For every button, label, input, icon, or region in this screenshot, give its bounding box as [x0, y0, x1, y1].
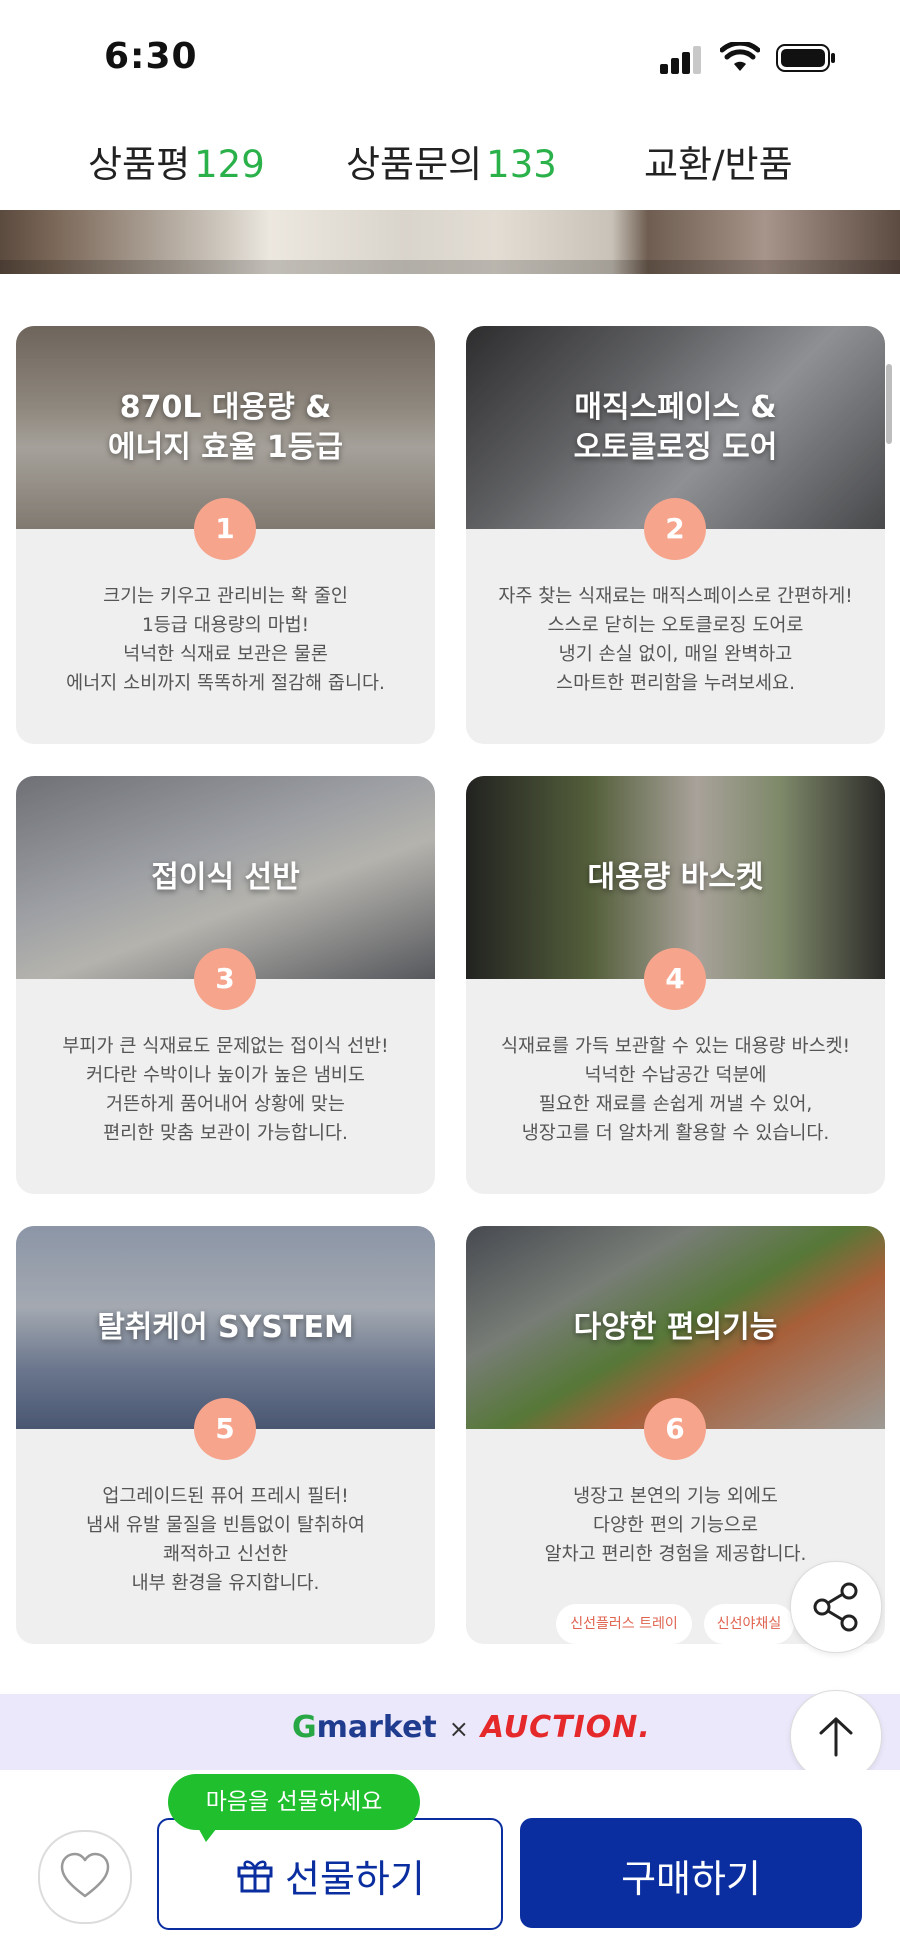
- tab-exchange-return[interactable]: 교환/반품: [644, 134, 793, 188]
- tab-label: 상품평: [88, 143, 191, 186]
- tab-count: 133: [486, 143, 557, 186]
- feature-description: 냉장고 본연의 기능 외에도 다양한 편의 기능으로 알차고 편리한 경험을 제…: [544, 1486, 807, 1565]
- feature-card: 매직스페이스 & 오토클로징 도어 2 자주 찾는 식재료는 매직스페이스로 간…: [466, 326, 885, 744]
- feature-title: 대용량 바스켓: [587, 860, 764, 895]
- tab-label: 상품문의: [346, 143, 483, 186]
- promo-banner[interactable]: Gmarket × AUCTION.: [0, 1694, 900, 1772]
- feature-chip: 신선야채실: [704, 1604, 794, 1644]
- feature-card: 접이식 선반 3 부피가 큰 식재료도 문제없는 접이식 선반! 커다란 수박이…: [16, 776, 435, 1194]
- tab-count: 129: [194, 143, 265, 186]
- tab-label: 교환/반품: [644, 143, 793, 186]
- feature-title: 다양한 편의기능: [573, 1310, 778, 1345]
- feature-card: 대용량 바스켓 4 식재료를 가득 보관할 수 있는 대용량 바스켓! 넉넉한 …: [466, 776, 885, 1194]
- wishlist-button[interactable]: [38, 1830, 132, 1924]
- feature-title: 870L 대용량 & 에너지 효율 1등급: [108, 390, 343, 465]
- feature-title: 탈취케어 SYSTEM: [97, 1310, 354, 1345]
- feature-card: 870L 대용량 & 에너지 효율 1등급 1 크기는 키우고 관리비는 확 줄…: [16, 326, 435, 744]
- feature-number-badge: 1: [194, 498, 256, 560]
- arrow-up-icon: [819, 1717, 853, 1757]
- feature-description: 업그레이드된 퓨어 프레시 필터! 냄새 유발 물질을 빈틈없이 탈취하여 쾌적…: [86, 1486, 365, 1594]
- feature-card: 탈취케어 SYSTEM 5 업그레이드된 퓨어 프레시 필터! 냄새 유발 물질…: [16, 1226, 435, 1644]
- feature-number-badge: 3: [194, 948, 256, 1010]
- feature-number-badge: 5: [194, 1398, 256, 1460]
- feature-number-badge: 6: [644, 1398, 706, 1460]
- gift-button-label: 선물하기: [285, 1857, 425, 1901]
- feature-chip: 신선플러스 트레이: [556, 1604, 692, 1644]
- status-bar: 6:30: [0, 0, 900, 108]
- bottom-action-bar: 선물하기 마음을 선물하세요 구매하기: [0, 1770, 900, 1947]
- feature-description: 크기는 키우고 관리비는 확 줄인 1등급 대용량의 마법! 넉넉한 식재료 보…: [66, 586, 385, 694]
- battery-icon: [776, 44, 835, 72]
- feature-title: 매직스페이스 & 오토클로징 도어: [573, 390, 778, 465]
- status-time: 6:30: [104, 36, 198, 77]
- gift-icon: [237, 1860, 273, 1893]
- feature-grid: 870L 대용량 & 에너지 효율 1등급 1 크기는 키우고 관리비는 확 줄…: [0, 274, 900, 1694]
- feature-number-badge: 4: [644, 948, 706, 1010]
- share-button[interactable]: [790, 1561, 882, 1653]
- gmarket-auction-logo: Gmarket × AUCTION.: [292, 1710, 651, 1745]
- gift-tooltip-tail: [196, 1824, 220, 1842]
- tab-questions[interactable]: 상품문의 133: [346, 134, 557, 188]
- feature-description: 식재료를 가득 보관할 수 있는 대용량 바스켓! 넉넉한 수납공간 덕분에 필…: [500, 1036, 851, 1144]
- scroll-top-button[interactable]: [790, 1690, 882, 1782]
- share-icon: [813, 1582, 858, 1632]
- hero-image: [0, 210, 900, 274]
- tab-reviews[interactable]: 상품평 129: [88, 134, 265, 188]
- cellular-signal-icon: [660, 44, 704, 74]
- feature-title: 접이식 선반: [151, 860, 300, 895]
- feature-description: 자주 찾는 식재료는 매직스페이스로 간편하게! 스스로 닫히는 오토클로징 도…: [498, 586, 853, 694]
- heart-icon: [60, 1852, 110, 1898]
- product-info-tabs: 상품평 129 상품문의 133 교환/반품: [0, 108, 900, 211]
- buy-button-label: 구매하기: [621, 1857, 761, 1901]
- scrollbar-thumb[interactable]: [886, 364, 892, 444]
- feature-description: 부피가 큰 식재료도 문제없는 접이식 선반! 커다란 수박이나 높이가 높은 …: [62, 1036, 389, 1144]
- buy-button[interactable]: 구매하기: [520, 1818, 862, 1928]
- wifi-icon: [720, 42, 760, 71]
- gift-tooltip: 마음을 선물하세요: [168, 1774, 420, 1830]
- feature-number-badge: 2: [644, 498, 706, 560]
